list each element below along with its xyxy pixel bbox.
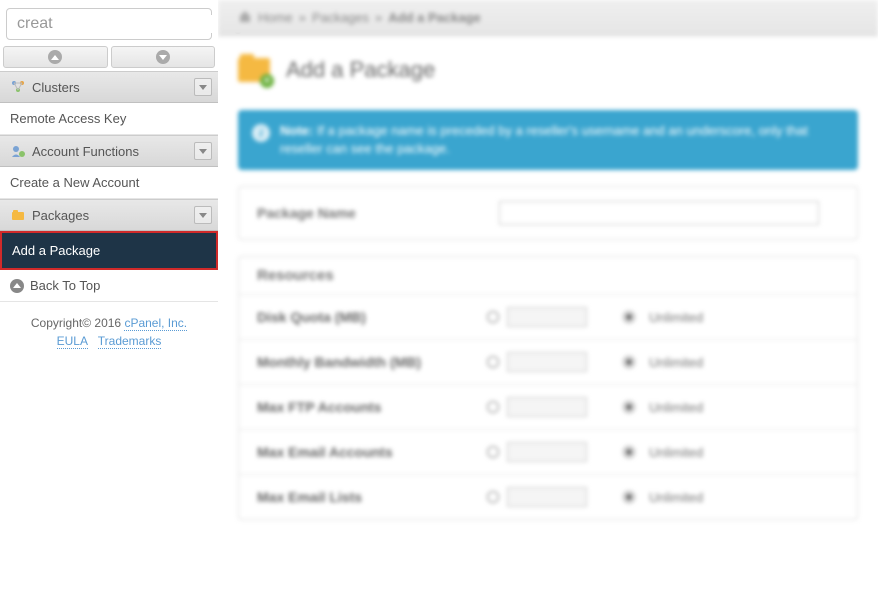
resource-value-input[interactable]	[507, 397, 587, 417]
sidebar-item-add-package[interactable]: Add a Package	[0, 231, 218, 270]
sidebar-item-create-account[interactable]: Create a New Account	[0, 167, 218, 199]
sidebar-section-label: Clusters	[32, 80, 80, 95]
sidebar: × Clusters Remote Access Key Acco	[0, 0, 218, 604]
sidebar-section-label: Packages	[32, 208, 89, 223]
resource-value-input[interactable]	[507, 307, 587, 327]
unlimited-label: Unlimited	[649, 310, 703, 325]
nav-up-button[interactable]	[3, 46, 108, 68]
radio-value[interactable]	[487, 356, 499, 368]
sidebar-section-clusters[interactable]: Clusters	[0, 71, 218, 103]
packages-icon	[10, 207, 26, 223]
breadcrumb-packages[interactable]: Packages	[312, 10, 369, 25]
main-content: Home » Packages » Add a Package + Add a …	[218, 0, 878, 604]
unlimited-label: Unlimited	[649, 490, 703, 505]
sidebar-section-packages[interactable]: Packages	[0, 199, 218, 231]
resource-value-input[interactable]	[507, 487, 587, 507]
note-text: If a package name is preceded by a resel…	[280, 123, 808, 156]
unlimited-label: Unlimited	[649, 355, 703, 370]
footer-company-link[interactable]: cPanel, Inc.	[124, 316, 187, 331]
breadcrumb-home[interactable]: Home	[258, 10, 293, 25]
note-bold: Note:	[280, 123, 313, 138]
package-name-panel: Package Name	[238, 186, 858, 240]
account-functions-icon	[10, 143, 26, 159]
search-input[interactable]	[7, 15, 234, 33]
resource-label: Max FTP Accounts	[257, 399, 487, 415]
resources-title: Resources	[239, 257, 857, 294]
resource-row: Max Email Lists Unlimited	[239, 474, 857, 519]
package-name-input[interactable]	[499, 201, 819, 225]
search-box: ×	[6, 8, 212, 40]
sidebar-section-account-functions[interactable]: Account Functions	[0, 135, 218, 167]
add-package-icon: +	[238, 52, 274, 88]
resource-label: Max Email Lists	[257, 489, 487, 505]
breadcrumb-sep: »	[375, 10, 382, 25]
footer-trademarks-link[interactable]: Trademarks	[98, 334, 162, 349]
clusters-icon	[10, 79, 26, 95]
info-icon: i	[252, 124, 270, 142]
radio-unlimited[interactable]	[623, 401, 635, 413]
resource-label: Monthly Bandwidth (MB)	[257, 354, 487, 370]
sidebar-item-remote-access[interactable]: Remote Access Key	[0, 103, 218, 135]
resources-panel: Resources Disk Quota (MB) Unlimited Mont…	[238, 256, 858, 520]
resource-row: Monthly Bandwidth (MB) Unlimited	[239, 339, 857, 384]
package-name-label: Package Name	[257, 205, 487, 221]
page-title: Add a Package	[286, 57, 435, 83]
resource-row: Max FTP Accounts Unlimited	[239, 384, 857, 429]
footer: Copyright© 2016 cPanel, Inc. EULA Tradem…	[0, 302, 218, 362]
radio-unlimited[interactable]	[623, 491, 635, 503]
radio-unlimited[interactable]	[623, 356, 635, 368]
nav-down-button[interactable]	[111, 46, 216, 68]
breadcrumb-sep: »	[299, 10, 306, 25]
arrow-up-icon	[10, 279, 24, 293]
home-icon	[238, 9, 252, 26]
breadcrumb: Home » Packages » Add a Package	[218, 0, 878, 36]
back-to-top-link[interactable]: Back To Top	[0, 270, 218, 302]
footer-eula-link[interactable]: EULA	[57, 334, 88, 349]
radio-value[interactable]	[487, 311, 499, 323]
back-to-top-label: Back To Top	[30, 278, 100, 293]
sidebar-section-label: Account Functions	[32, 144, 139, 159]
chevron-down-icon	[194, 142, 212, 160]
chevron-down-icon	[194, 78, 212, 96]
resource-label: Disk Quota (MB)	[257, 309, 487, 325]
chevron-down-icon	[194, 206, 212, 224]
resource-label: Max Email Accounts	[257, 444, 487, 460]
unlimited-label: Unlimited	[649, 445, 703, 460]
radio-value[interactable]	[487, 446, 499, 458]
resource-value-input[interactable]	[507, 442, 587, 462]
breadcrumb-current: Add a Package	[388, 10, 481, 25]
sidebar-item-label: Create a New Account	[10, 175, 139, 190]
unlimited-label: Unlimited	[649, 400, 703, 415]
copyright-text: Copyright© 2016	[31, 316, 121, 330]
resource-value-input[interactable]	[507, 352, 587, 372]
resource-row: Disk Quota (MB) Unlimited	[239, 294, 857, 339]
radio-unlimited[interactable]	[623, 446, 635, 458]
radio-unlimited[interactable]	[623, 311, 635, 323]
sidebar-item-label: Remote Access Key	[10, 111, 126, 126]
radio-value[interactable]	[487, 491, 499, 503]
sidebar-item-label: Add a Package	[12, 243, 100, 258]
resource-row: Max Email Accounts Unlimited	[239, 429, 857, 474]
radio-value[interactable]	[487, 401, 499, 413]
info-note: i Note: If a package name is preceded by…	[238, 110, 858, 170]
